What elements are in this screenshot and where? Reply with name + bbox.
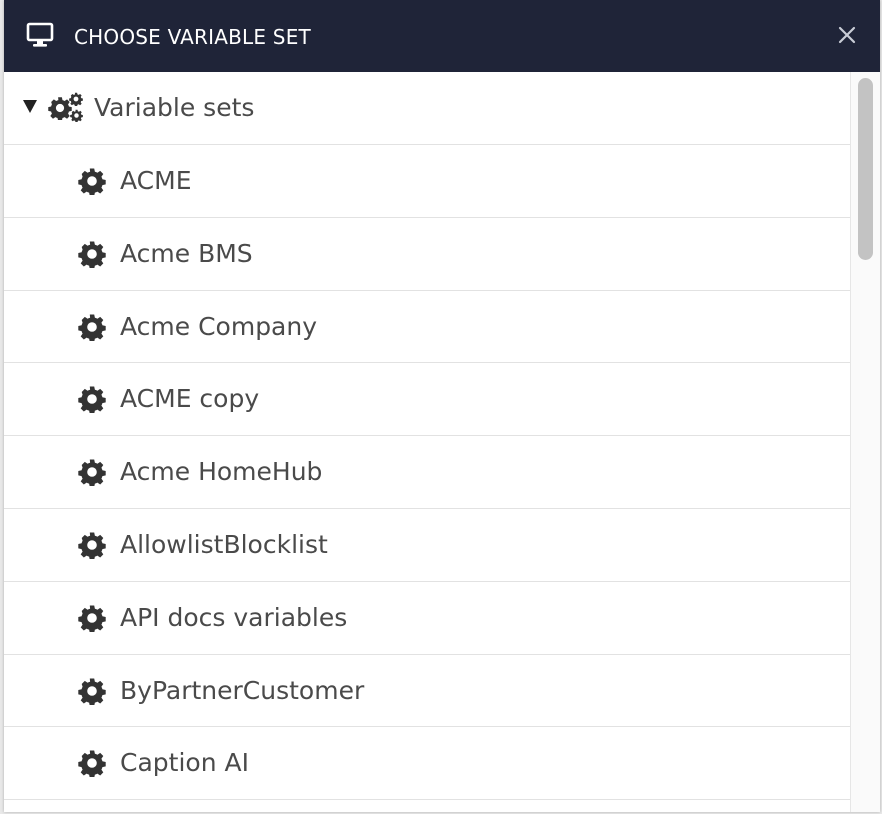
dialog-title: CHOOSE VARIABLE SET [74, 25, 311, 49]
tree-item-acme-homehub[interactable]: Acme HomeHub [4, 436, 850, 509]
tree-item-label: ACME copy [120, 384, 260, 414]
tree-item-label: Acme Company [120, 311, 318, 341]
tree-item-bypartnercustomer[interactable]: ByPartnerCustomer [4, 655, 850, 728]
tree-item-acme-company[interactable]: Acme Company [4, 291, 850, 364]
monitor-icon [26, 22, 54, 47]
vertical-scrollbar[interactable] [850, 72, 880, 812]
tree-item-allowlistblocklist[interactable]: AllowlistBlocklist [4, 509, 850, 582]
gear-icon [78, 240, 106, 268]
tree-item-acme[interactable]: ACME [4, 145, 850, 218]
gears-icon [48, 92, 83, 122]
scrollbar-thumb[interactable] [858, 78, 873, 260]
dialog-titlebar: CHOOSE VARIABLE SET [4, 0, 880, 72]
tree-item-label: API docs variables [120, 602, 348, 632]
gear-icon [78, 458, 106, 486]
tree-item-label: Caption AI [120, 748, 249, 778]
tree-item-label: ByPartnerCustomer [120, 675, 365, 705]
variable-set-tree: Variable sets ACME Acme BMS Acme Company… [4, 72, 850, 812]
tree-item-api-docs-variables[interactable]: API docs variables [4, 582, 850, 655]
gear-icon [78, 677, 106, 705]
gear-icon [78, 385, 106, 413]
tree-item-label: AllowlistBlocklist [120, 529, 328, 559]
tree-item-label: Acme HomeHub [120, 457, 323, 487]
tree-item-label: ACME [120, 166, 192, 195]
tree-item-label: Acme BMS [120, 238, 253, 268]
gear-icon [78, 749, 106, 777]
tree-root-variable-sets[interactable]: Variable sets [4, 72, 850, 145]
choose-variable-set-dialog: CHOOSE VARIABLE SET Variable sets ACME A… [4, 0, 880, 812]
gear-icon [78, 313, 106, 341]
gear-icon [78, 604, 106, 632]
tree-item-acme-copy[interactable]: ACME copy [4, 363, 850, 437]
tree-item-acme-bms[interactable]: Acme BMS [4, 218, 850, 291]
gear-icon [78, 167, 106, 195]
caret-down-icon[interactable] [20, 96, 40, 116]
tree-root-label: Variable sets [94, 93, 255, 122]
close-icon[interactable] [834, 22, 860, 48]
tree-item-caption-ai[interactable]: Caption AI [4, 727, 850, 801]
gear-icon [78, 531, 106, 559]
